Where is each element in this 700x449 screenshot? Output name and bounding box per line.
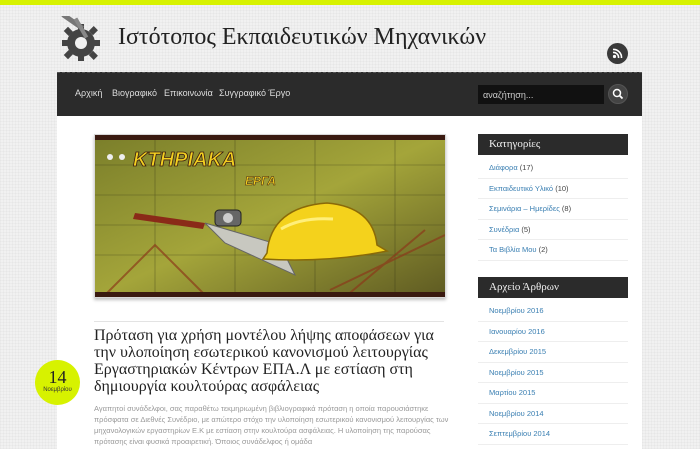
nav-item-contact[interactable]: Επικοινωνία <box>164 88 213 98</box>
svg-text:ΕΡΓΑ: ΕΡΓΑ <box>245 174 276 188</box>
list-item: Νοεμβρίου 2014 <box>478 404 628 424</box>
category-count: (2) <box>538 245 548 254</box>
date-badge: 14 Νοεμβρίου <box>35 360 80 405</box>
sidebar: Κατηγορίες Διάφορα (17) Εκπαιδευτικό Υλι… <box>463 116 642 449</box>
list-item: Ιανουαρίου 2016 <box>478 322 628 342</box>
post-title[interactable]: Πρόταση για χρήση μοντέλου λήψης αποφάσε… <box>94 327 449 395</box>
search-input[interactable] <box>478 85 604 104</box>
date-month: Νοεμβρίου <box>43 387 72 393</box>
archive-link[interactable]: Μαρτίου 2015 <box>489 388 535 397</box>
archive-widget-title: Αρχείο Άρθρων <box>478 277 628 298</box>
gear-tools-icon[interactable] <box>57 12 105 62</box>
nav-item-bio[interactable]: Βιογραφικό <box>112 88 157 98</box>
list-item: Νοεμβρίου 2016 <box>478 301 628 322</box>
list-item: Διάφορα (17) <box>478 158 628 179</box>
categories-widget-title: Κατηγορίες <box>478 134 628 155</box>
archive-link[interactable]: Νοεμβρίου 2016 <box>489 306 544 315</box>
site-title[interactable]: Ιστότοπος Εκπαιδευτικών Μηχανικών <box>118 24 486 51</box>
search-icon <box>612 88 624 100</box>
featured-image[interactable]: ΚΤΗΡΙΑΚΑ ΕΡΓΑ <box>94 134 446 298</box>
category-link[interactable]: Εκπαιδευτικό Υλικό <box>489 184 553 193</box>
list-item: Τα Βιβλία Μου (2) <box>478 240 628 261</box>
search-button[interactable] <box>608 84 628 104</box>
category-link[interactable]: Συνέδρια <box>489 225 519 234</box>
post-excerpt: Αγαπητοί συνάδελφοι, σας παραθέτω τεκμηρ… <box>94 404 449 446</box>
nav-item-publications[interactable]: Συγγραφικό Έργο <box>219 88 290 98</box>
archive-link[interactable]: Νοεμβρίου 2015 <box>489 368 544 377</box>
archive-list: Νοεμβρίου 2016 Ιανουαρίου 2016 Δεκεμβρίο… <box>478 301 628 445</box>
nav-item-home[interactable]: Αρχική <box>75 88 102 98</box>
category-count: (17) <box>519 163 534 172</box>
list-item: Συνέδρια (5) <box>478 220 628 240</box>
category-count: (10) <box>555 183 569 193</box>
archive-link[interactable]: Ιανουαρίου 2016 <box>489 327 545 336</box>
archive-link[interactable]: Σεπτεμβρίου 2014 <box>489 429 550 438</box>
title-divider <box>94 321 444 322</box>
category-link[interactable]: Τα Βιβλία Μου <box>489 245 537 254</box>
list-item: Σεπτεμβρίου 2014 <box>478 424 628 445</box>
main-content: ΚΤΗΡΙΑΚΑ ΕΡΓΑ Πρόταση για χρήση μοντέλου… <box>57 116 463 449</box>
archive-link[interactable]: Δεκεμβρίου 2015 <box>489 347 546 356</box>
list-item: Δεκεμβρίου 2015 <box>478 342 628 363</box>
categories-list: Διάφορα (17) Εκπαιδευτικό Υλικό (10) Σεμ… <box>478 158 628 261</box>
top-accent-bar <box>0 0 700 5</box>
list-item: Μαρτίου 2015 <box>478 383 628 404</box>
list-item: Εκπαιδευτικό Υλικό (10) <box>478 179 628 199</box>
date-day: 14 <box>48 367 67 387</box>
category-count: (5) <box>521 224 531 234</box>
category-link[interactable]: Διάφορα <box>489 163 518 172</box>
list-item: Νοεμβρίου 2015 <box>478 363 628 383</box>
archive-link[interactable]: Νοεμβρίου 2014 <box>489 409 544 418</box>
rss-icon[interactable] <box>607 43 628 64</box>
main-navigation: Αρχική Βιογραφικό Επικοινωνία Συγγραφικό… <box>57 72 642 116</box>
svg-text:ΚΤΗΡΙΑΚΑ: ΚΤΗΡΙΑΚΑ <box>133 149 236 171</box>
category-link[interactable]: Σεμινάρια – Ημερίδες <box>489 204 560 213</box>
list-item: Σεμινάρια – Ημερίδες (8) <box>478 199 628 220</box>
category-count: (8) <box>561 204 572 213</box>
